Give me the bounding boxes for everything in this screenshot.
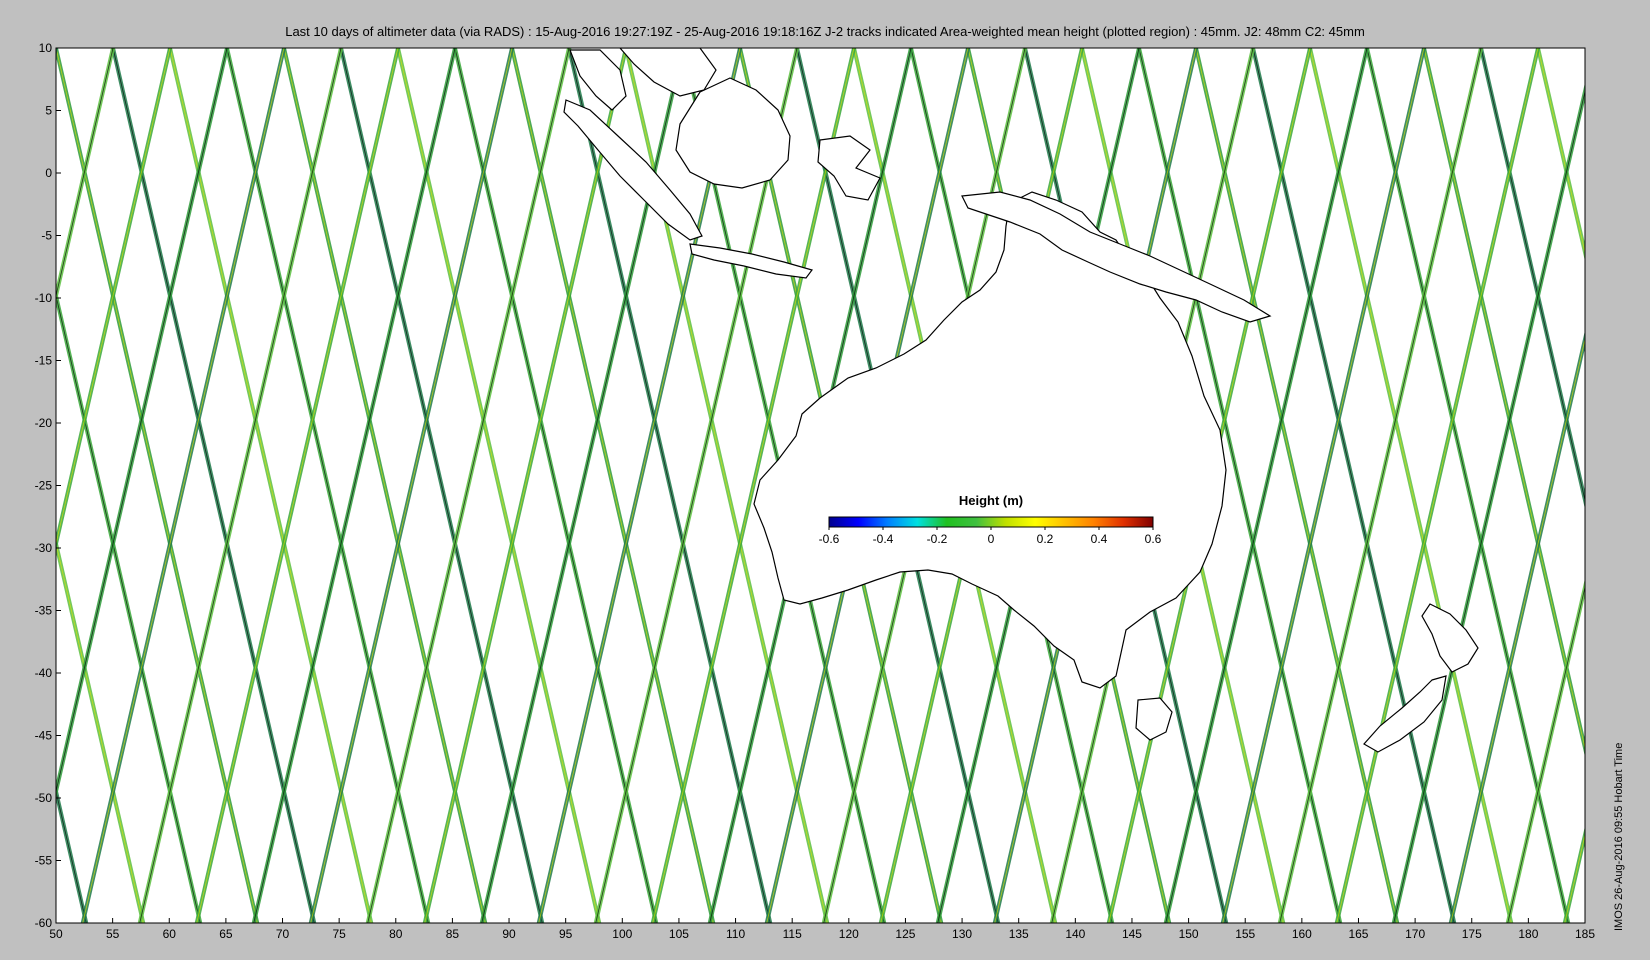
lat-tick-label: -30 <box>35 541 53 555</box>
lon-tick-label: 140 <box>1065 927 1085 941</box>
j2-track-centerline <box>1622 48 1650 923</box>
lon-tick-label: 75 <box>332 927 346 941</box>
ground-track <box>0 48 29 923</box>
lat-tick-label: -5 <box>41 229 52 243</box>
lon-tick-label: 180 <box>1518 927 1538 941</box>
lon-tick-label: 125 <box>895 927 915 941</box>
lon-tick-label: 175 <box>1462 927 1482 941</box>
lon-tick-label: 110 <box>726 927 745 941</box>
lon-tick-label: 155 <box>1235 927 1255 941</box>
colorbar-title: Height (m) <box>959 493 1023 508</box>
lon-tick-label: 85 <box>446 927 460 941</box>
colorbar-tick-label: 0.6 <box>1145 532 1162 546</box>
lon-tick-label: 95 <box>559 927 573 941</box>
lat-tick-label: 5 <box>45 104 52 118</box>
lon-tick-label: 130 <box>952 927 972 941</box>
lon-tick-label: 90 <box>502 927 516 941</box>
colorbar-tick-label: -0.2 <box>927 532 948 546</box>
colorbar-gradient <box>828 516 1154 528</box>
ground-track <box>1622 48 1650 923</box>
lon-tick-label: 55 <box>106 927 120 941</box>
lat-tick-label: -25 <box>35 479 53 493</box>
lon-tick-label: 145 <box>1122 927 1142 941</box>
lon-tick-label: 135 <box>1009 927 1029 941</box>
lat-tick-label: -45 <box>35 729 53 743</box>
lon-tick-label: 100 <box>612 927 632 941</box>
lon-tick-label: 150 <box>1179 927 1199 941</box>
colorbar-tick-label: 0 <box>988 532 995 546</box>
timestamp-note: IMOS 26-Aug-2016 09:55 Hobart Time <box>1613 742 1625 931</box>
colorbar-tick-label: -0.6 <box>819 532 840 546</box>
lat-tick-label: -55 <box>35 854 53 868</box>
lat-tick-label: -15 <box>35 354 53 368</box>
lat-tick-label: -10 <box>35 291 53 305</box>
lat-tick-label: 0 <box>45 166 52 180</box>
altimeter-map: 50 55 60 65 70 75 80 85 90 95 100 105 110 115 120 125 13… <box>0 41 1650 941</box>
lon-tick-label: 80 <box>389 927 403 941</box>
lon-tick-label: 160 <box>1292 927 1312 941</box>
lat-tick-label: 10 <box>39 41 53 55</box>
colorbar-tick-label: 0.2 <box>1037 532 1054 546</box>
lon-tick-label: 105 <box>669 927 689 941</box>
lat-tick-label: -35 <box>35 604 53 618</box>
lon-tick-label: 60 <box>163 927 177 941</box>
lon-tick-label: 115 <box>783 927 802 941</box>
colorbar-tick-label: -0.4 <box>873 532 894 546</box>
colorbar-tick-label: 0.4 <box>1091 532 1108 546</box>
lat-tick-label: -40 <box>35 666 53 680</box>
lon-tick-label: 120 <box>839 927 859 941</box>
lon-tick-label: 170 <box>1405 927 1425 941</box>
lon-tick-label: 165 <box>1348 927 1368 941</box>
lon-tick-label: 70 <box>276 927 290 941</box>
lat-tick-label: -20 <box>35 416 53 430</box>
lon-tick-label: 65 <box>219 927 233 941</box>
lat-tick-label: -60 <box>35 916 53 930</box>
lat-tick-label: -50 <box>35 791 53 805</box>
j2-track-centerline <box>0 48 29 923</box>
lon-tick-label: 185 <box>1575 927 1595 941</box>
